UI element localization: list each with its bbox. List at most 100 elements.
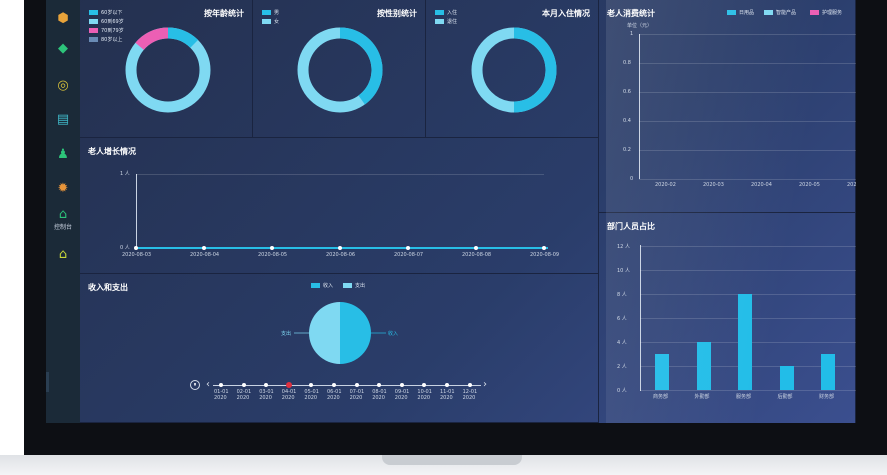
gridline bbox=[640, 270, 856, 271]
y-axis bbox=[136, 174, 137, 248]
bar[interactable] bbox=[696, 342, 711, 390]
timeline-dot[interactable] bbox=[219, 383, 223, 387]
dept-panel: 部门人员占比 12 人 10 人 8 人 6 人 4 人 2 人 0 人商务部 外勤部 服务部 后… bbox=[599, 213, 856, 423]
gridline bbox=[639, 34, 856, 35]
x-tick-label: 商务部 bbox=[653, 394, 669, 400]
data-point[interactable] bbox=[202, 246, 206, 250]
series-line[interactable] bbox=[136, 247, 548, 249]
x-tick-label: 2020-03 bbox=[703, 182, 724, 188]
y-tick-label: 1 人 bbox=[120, 171, 130, 177]
timeline-year: 2020 bbox=[214, 395, 227, 401]
legend-item[interactable]: 日用品 bbox=[727, 9, 754, 16]
leaf-icon[interactable]: ◆ bbox=[54, 40, 72, 58]
timeline-dot[interactable] bbox=[332, 383, 336, 387]
database-icon[interactable]: ▤ bbox=[54, 111, 72, 129]
gridline bbox=[640, 246, 856, 247]
checkin-panel: 本月入住情况 入住 退住 bbox=[426, 0, 599, 138]
y-tick-label: 6 人 bbox=[617, 316, 627, 322]
y-tick-label: 0.6 bbox=[623, 89, 631, 95]
bar[interactable] bbox=[655, 354, 669, 390]
sidebar-item-label[interactable]: 控制台 bbox=[46, 222, 80, 231]
timeline-dot[interactable] bbox=[399, 383, 404, 387]
gear-icon[interactable]: ✹ bbox=[54, 180, 72, 198]
data-point[interactable] bbox=[338, 246, 342, 250]
y-tick-label: 2 人 bbox=[617, 364, 627, 370]
home-icon[interactable]: ⌂ bbox=[54, 246, 72, 264]
unit-label: 单位（元） bbox=[627, 23, 653, 29]
scroll-handle[interactable] bbox=[46, 372, 49, 392]
donut-slice-male[interactable] bbox=[339, 27, 383, 105]
y-tick-label: 10 人 bbox=[617, 268, 630, 274]
timeline-dot[interactable] bbox=[241, 383, 246, 387]
data-point[interactable] bbox=[474, 246, 478, 250]
timeline-year: 2020 bbox=[259, 395, 272, 401]
x-tick-label: 2020-08-06 bbox=[326, 252, 356, 258]
legend-item[interactable]: 智能产品 bbox=[764, 9, 796, 16]
income-panel: 收入和支出 收入 支出 支出 收入 ⏸ ‹ › 01-01 2020 02-01 20… bbox=[80, 274, 599, 423]
gridline bbox=[639, 150, 856, 151]
panel-title: 老人增长情况 bbox=[88, 147, 136, 156]
timeline-year: 2020 bbox=[394, 395, 408, 401]
y-tick-label: 8 人 bbox=[617, 292, 627, 298]
y-tick-label: 0.2 bbox=[623, 147, 631, 153]
timeline-dot[interactable] bbox=[445, 383, 449, 387]
panel-title: 部门人员占比 bbox=[607, 222, 655, 231]
pie-slice-income[interactable] bbox=[340, 302, 371, 364]
play-icon[interactable]: ⏸ bbox=[190, 380, 200, 390]
timeline-year: 2020 bbox=[440, 395, 453, 401]
bar[interactable] bbox=[738, 294, 752, 390]
legend-item[interactable]: 护理服务 bbox=[810, 9, 842, 16]
donut-slice-70-79[interactable] bbox=[135, 27, 169, 51]
timeline-track bbox=[213, 385, 481, 386]
target-icon[interactable]: ◎ bbox=[54, 77, 72, 95]
age-panel: 按年龄统计 60岁以下 60到69岁 70到79岁 80岁以上 bbox=[80, 0, 253, 138]
timeline-dot[interactable] bbox=[354, 383, 359, 387]
pie-slice-expense[interactable] bbox=[309, 302, 340, 364]
y-tick-label: 1 bbox=[630, 31, 634, 37]
sidebar: ⬢ ◆ ◎ ▤ ♟ ✹ ⌂ 控制台 ⌂ bbox=[46, 0, 80, 423]
timeline-dot[interactable] bbox=[467, 383, 472, 387]
user-icon[interactable]: ♟ bbox=[54, 146, 72, 164]
checkin-donut-chart bbox=[471, 27, 557, 113]
timeline-dot[interactable] bbox=[285, 382, 292, 388]
x-tick-label: 财务部 bbox=[819, 394, 835, 400]
gridline bbox=[640, 390, 856, 391]
timeline-year: 2020 bbox=[349, 395, 363, 401]
data-point[interactable] bbox=[406, 246, 410, 250]
timeline-year: 2020 bbox=[236, 395, 250, 401]
donut-slice-under-60[interactable] bbox=[167, 27, 199, 48]
gridline bbox=[639, 92, 856, 93]
donut-slice-checkin[interactable] bbox=[513, 27, 557, 113]
x-tick-label: 后勤部 bbox=[777, 394, 793, 400]
x-tick-label: 2020-08-09 bbox=[530, 252, 560, 258]
x-tick-label: 2020-08-07 bbox=[394, 252, 424, 258]
x-tick-label: 2020-02 bbox=[655, 182, 676, 188]
y-tick-label: 12 人 bbox=[617, 244, 630, 250]
x-tick-label: 2020-08-04 bbox=[190, 252, 220, 258]
gridline bbox=[136, 174, 544, 175]
gridline bbox=[639, 179, 856, 180]
data-point[interactable] bbox=[542, 246, 546, 250]
badge-icon[interactable]: ⬢ bbox=[54, 10, 72, 28]
consumption-panel: 老人消费统计 单位（元） 日用品 智能产品 护理服务 1 0.8 0.6 0.4 0.2… bbox=[599, 0, 856, 213]
age-donut-chart bbox=[125, 27, 211, 113]
bar[interactable] bbox=[779, 366, 794, 390]
chevron-right-icon[interactable]: › bbox=[483, 379, 487, 390]
y-tick-label: 0.8 bbox=[623, 60, 631, 66]
gender-donut-chart bbox=[297, 27, 383, 113]
x-tick-label: 2020 bbox=[847, 182, 856, 188]
data-point[interactable] bbox=[270, 246, 274, 250]
y-tick-label: 0 bbox=[630, 176, 634, 182]
y-tick-label: 4 人 bbox=[617, 340, 627, 346]
x-tick-label: 服务部 bbox=[736, 394, 752, 400]
bar[interactable] bbox=[821, 354, 835, 390]
gender-panel: 按性别统计 男 女 bbox=[253, 0, 426, 138]
timeline-year: 2020 bbox=[372, 395, 385, 401]
dashboard-screen: ⬢ ◆ ◎ ▤ ♟ ✹ ⌂ 控制台 ⌂ 按年龄统计 60岁以下 60到69岁 7… bbox=[46, 0, 856, 423]
y-tick-label: 0.4 bbox=[623, 118, 631, 124]
data-point[interactable] bbox=[134, 246, 138, 250]
growth-panel: 老人增长情况 1 人 0 人 2020-08-03 2020-08-04 2020-… bbox=[80, 138, 599, 274]
timeline-year: 2020 bbox=[417, 395, 431, 401]
device-frame: ⬢ ◆ ◎ ▤ ♟ ✹ ⌂ 控制台 ⌂ 按年龄统计 60岁以下 60到69岁 7… bbox=[0, 0, 887, 475]
chevron-left-icon[interactable]: ‹ bbox=[206, 379, 210, 390]
